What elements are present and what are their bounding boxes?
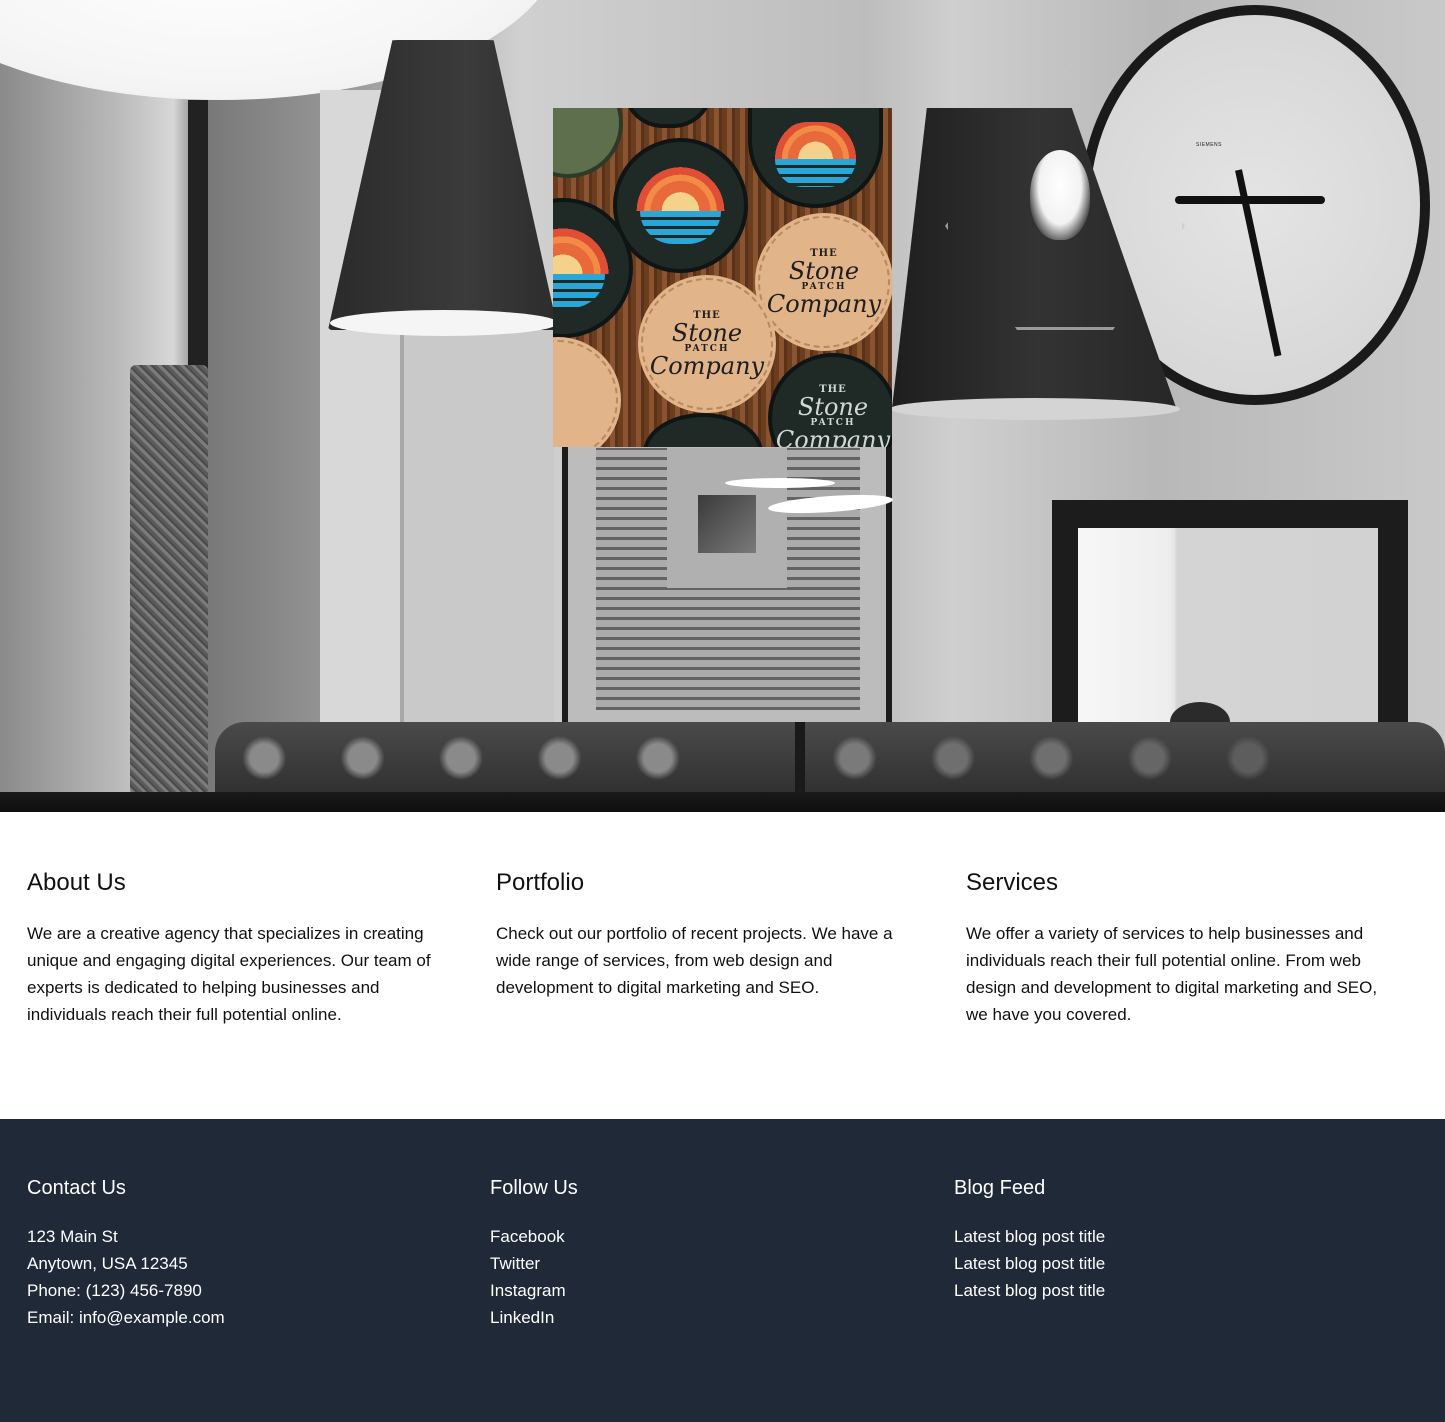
- patch-green: [553, 108, 623, 178]
- textured-panel: [130, 365, 208, 795]
- footer-blog: Blog Feed Latest blog post title Latest …: [954, 1175, 1418, 1422]
- site-footer: Contact Us 123 Main St Anytown, USA 1234…: [0, 1119, 1445, 1422]
- facebook-link[interactable]: Facebook: [490, 1223, 954, 1250]
- contact-phone: Phone: (123) 456-7890: [27, 1281, 202, 1300]
- info-sections: About Us We are a creative agency that s…: [0, 812, 1445, 1119]
- patch-dark: [623, 108, 713, 128]
- pendant-lamp-rim: [890, 398, 1180, 420]
- door-frame: [188, 100, 208, 400]
- services-title: Services: [966, 869, 1059, 896]
- blog-post-link[interactable]: Latest blog post title: [954, 1223, 1418, 1250]
- footer-contact: Contact Us 123 Main St Anytown, USA 1234…: [27, 1175, 490, 1422]
- patch-stone: [553, 340, 618, 447]
- contact-address-line: 123 Main St: [27, 1227, 118, 1246]
- portfolio-title: Portfolio: [496, 869, 585, 896]
- contact-title: Contact Us: [27, 1177, 126, 1199]
- patch-stone: THE Stone PATCH Company: [641, 278, 773, 410]
- services-section: Services We offer a variety of services …: [966, 868, 1418, 1119]
- pendant-lamp-rim: [330, 310, 558, 336]
- patch-stone: THE Stone PATCH Company: [758, 216, 890, 348]
- framed-art-square: [698, 495, 756, 553]
- about-section: About Us We are a creative agency that s…: [27, 868, 496, 1119]
- portfolio-section: Portfolio Check out our portfolio of rec…: [496, 868, 966, 1119]
- twitter-link[interactable]: Twitter: [490, 1250, 954, 1277]
- blog-title: Blog Feed: [954, 1177, 1046, 1199]
- patch-stone-dark: THE Stone PATCH Company: [768, 353, 892, 447]
- patch-mountain: [748, 108, 883, 208]
- instagram-link[interactable]: Instagram: [490, 1277, 954, 1304]
- mirror-reflection: [1078, 528, 1378, 728]
- blog-post-link[interactable]: Latest blog post title: [954, 1277, 1418, 1304]
- logo-image[interactable]: THE Stone PATCH Company THE Stone PATCH Compan…: [553, 108, 892, 447]
- clock-brand-label: SIEMENS: [1196, 142, 1223, 148]
- patch-stone-dark: [643, 413, 763, 447]
- footer-follow: Follow Us Facebook Twitter Instagram Lin…: [490, 1175, 954, 1422]
- contact-city-line: Anytown, USA 12345: [27, 1254, 188, 1273]
- floor-shadow: [0, 792, 1445, 812]
- portfolio-text: Check out our portfolio of recent projec…: [496, 924, 893, 997]
- services-text: We offer a variety of services to help b…: [966, 924, 1378, 1024]
- contact-email: Email: info@example.com: [27, 1308, 225, 1327]
- light-bulb: [1030, 150, 1090, 240]
- light-streak: [725, 478, 835, 488]
- linkedin-link[interactable]: LinkedIn: [490, 1304, 954, 1331]
- about-title: About Us: [27, 869, 126, 896]
- clock-hour-hand: [1175, 196, 1325, 204]
- follow-title: Follow Us: [490, 1177, 578, 1199]
- wall-section: [404, 330, 554, 750]
- hero-banner: SIEMENS THE Stone PATCH Company THE Stone PAT…: [0, 0, 1445, 812]
- blog-post-link[interactable]: Latest blog post title: [954, 1250, 1418, 1277]
- about-text: We are a creative agency that specialize…: [27, 924, 431, 1024]
- patch-mountain: [613, 138, 748, 273]
